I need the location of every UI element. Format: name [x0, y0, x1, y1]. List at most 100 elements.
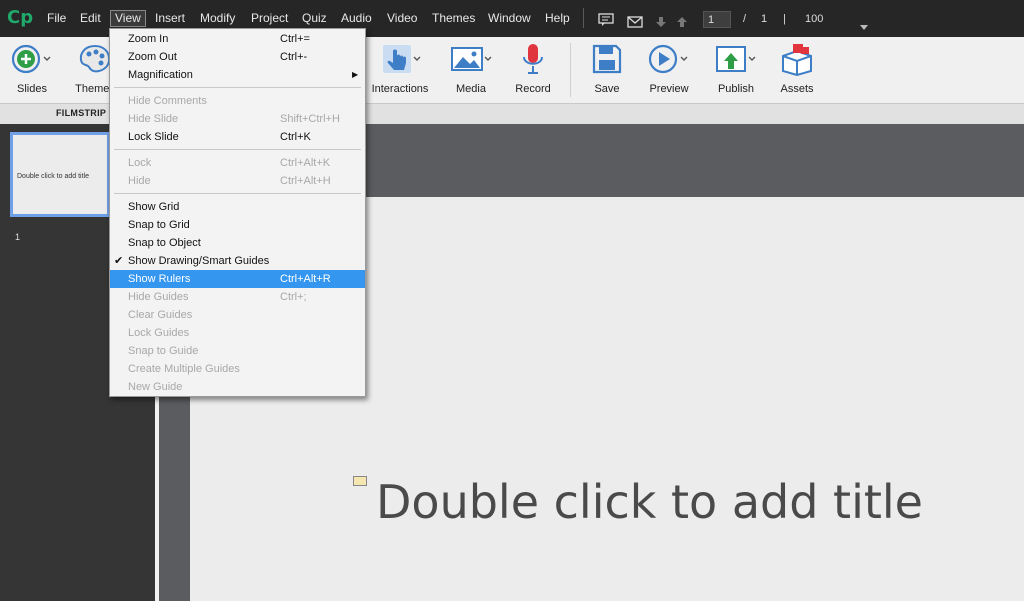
page-separator: / — [743, 13, 747, 25]
zoom-dropdown-icon[interactable] — [860, 16, 868, 35]
menu-lock[interactable]: Lock Ctrl+Alt+K — [110, 154, 365, 172]
menubar-separator — [583, 8, 584, 28]
zoom-out-shortcut: Ctrl+- — [280, 51, 308, 63]
zoom-value[interactable]: 100 — [805, 13, 823, 25]
menu-quiz[interactable]: Quiz — [302, 11, 327, 25]
move-down-icon[interactable] — [655, 13, 667, 32]
slides-button[interactable]: Slides — [0, 41, 67, 95]
menu-snap-to-object[interactable]: Snap to Object — [110, 234, 365, 252]
lock-label: Lock — [128, 157, 152, 169]
clear-guides-label: Clear Guides — [128, 309, 193, 321]
menu-project[interactable]: Project — [251, 11, 288, 25]
toolbar-separator — [570, 43, 571, 97]
menu-zoom-out[interactable]: Zoom Out Ctrl+- — [110, 48, 365, 66]
record-button[interactable]: Record — [498, 41, 568, 95]
filmstrip-label: FILMSTRIP — [56, 108, 107, 118]
show-grid-label: Show Grid — [128, 201, 180, 213]
zoom-in-label: Zoom In — [128, 33, 169, 45]
slide-number: 1 — [15, 232, 21, 242]
assets-label: Assets — [780, 83, 814, 95]
hide-guides-shortcut: Ctrl+; — [280, 291, 307, 303]
menu-zoom-in[interactable]: Zoom In Ctrl+= — [110, 30, 365, 48]
palette-icon — [78, 43, 112, 79]
hide-label: Hide — [128, 175, 151, 187]
hide-comments-label: Hide Comments — [128, 95, 207, 107]
menu-edit[interactable]: Edit — [80, 11, 101, 25]
new-guide-label: New Guide — [128, 381, 183, 393]
submenu-arrow-icon: ▶ — [352, 70, 359, 79]
captivate-logo: Cp — [7, 7, 34, 28]
menu-insert[interactable]: Insert — [155, 11, 185, 25]
menu-clear-guides[interactable]: Clear Guides — [110, 306, 365, 324]
menu-themes[interactable]: Themes — [432, 11, 475, 25]
zoom-in-shortcut: Ctrl+= — [280, 33, 310, 45]
menu-lock-guides[interactable]: Lock Guides — [110, 324, 365, 342]
save-button[interactable]: Save — [572, 41, 642, 95]
menu-show-rulers[interactable]: Show Rulers Ctrl+Alt+R — [110, 270, 365, 288]
menu-window[interactable]: Window — [488, 11, 531, 25]
menu-lock-slide[interactable]: Lock Slide Ctrl+K — [110, 128, 365, 146]
menu-snap-to-guide[interactable]: Snap to Guide — [110, 342, 365, 360]
snap-to-grid-label: Snap to Grid — [128, 219, 190, 231]
total-slides: 1 — [761, 13, 768, 25]
checkmark-icon: ✔ — [114, 255, 124, 267]
hide-shortcut: Ctrl+Alt+H — [280, 175, 331, 187]
magnification-label: Magnification — [128, 69, 193, 81]
add-slide-icon — [10, 43, 54, 79]
image-icon — [449, 43, 493, 79]
menu-show-grid[interactable]: Show Grid — [110, 198, 365, 216]
slides-label: Slides — [17, 83, 47, 95]
menu-hide-slide[interactable]: Hide Slide Shift+Ctrl+H — [110, 110, 365, 128]
publish-button[interactable]: Publish — [701, 41, 771, 95]
hide-slide-shortcut: Shift+Ctrl+H — [280, 113, 340, 125]
menu-separator — [114, 149, 361, 150]
current-slide-input[interactable]: 1 — [703, 11, 731, 28]
record-label: Record — [515, 83, 551, 95]
publish-icon — [714, 43, 758, 79]
menu-video[interactable]: Video — [387, 11, 417, 25]
assets-button[interactable]: Assets — [762, 41, 832, 95]
menu-separator — [114, 193, 361, 194]
snap-to-object-label: Snap to Object — [128, 237, 201, 249]
menu-hide-comments[interactable]: Hide Comments — [110, 92, 365, 110]
menu-modify[interactable]: Modify — [200, 11, 235, 25]
play-icon — [647, 43, 691, 79]
hand-pointer-icon — [378, 43, 422, 79]
menu-help[interactable]: Help — [545, 11, 570, 25]
publish-label: Publish — [717, 83, 755, 95]
hide-slide-label: Hide Slide — [128, 113, 179, 125]
view-menu-dropdown: Zoom In Ctrl+= Zoom Out Ctrl+- Magnificati… — [109, 28, 366, 397]
menu-hide[interactable]: Hide Ctrl+Alt+H — [110, 172, 365, 190]
show-smart-guides-label: Show Drawing/Smart Guides — [128, 255, 270, 267]
slide-thumbnail[interactable]: Double click to add title — [10, 132, 110, 217]
zoom-out-label: Zoom Out — [128, 51, 177, 63]
lock-shortcut: Ctrl+Alt+K — [280, 157, 331, 169]
menu-magnification[interactable]: Magnification ▶ — [110, 66, 365, 84]
menu-create-multiple-guides[interactable]: Create Multiple Guides — [110, 360, 365, 378]
media-button[interactable]: Media — [436, 41, 506, 95]
preview-label: Preview — [649, 83, 689, 95]
hide-guides-label: Hide Guides — [128, 291, 189, 303]
menu-file[interactable]: File — [47, 11, 66, 25]
save-icon — [592, 44, 622, 78]
menu-audio[interactable]: Audio — [341, 11, 372, 25]
preview-button[interactable]: Preview — [634, 41, 704, 95]
comment-icon[interactable] — [598, 12, 614, 31]
slide-thumbnail-text: Double click to add title — [17, 173, 89, 180]
assets-box-icon — [779, 42, 815, 80]
snap-to-guide-label: Snap to Guide — [128, 345, 199, 357]
lock-slide-label: Lock Slide — [128, 131, 179, 143]
menu-show-smart-guides[interactable]: ✔ Show Drawing/Smart Guides — [110, 252, 365, 270]
interactions-button[interactable]: Interactions — [365, 41, 435, 95]
menu-hide-guides[interactable]: Hide Guides Ctrl+; — [110, 288, 365, 306]
lock-guides-label: Lock Guides — [128, 327, 190, 339]
show-rulers-label: Show Rulers — [128, 273, 191, 285]
menu-view[interactable]: View — [110, 10, 146, 27]
menu-snap-to-grid[interactable]: Snap to Grid — [110, 216, 365, 234]
move-up-icon[interactable] — [676, 13, 688, 32]
save-label: Save — [594, 83, 620, 95]
menu-new-guide[interactable]: New Guide — [110, 378, 365, 396]
slide-title-placeholder[interactable]: Double click to add title — [376, 475, 923, 529]
mail-icon[interactable] — [627, 13, 643, 32]
create-multiple-guides-label: Create Multiple Guides — [128, 363, 240, 375]
